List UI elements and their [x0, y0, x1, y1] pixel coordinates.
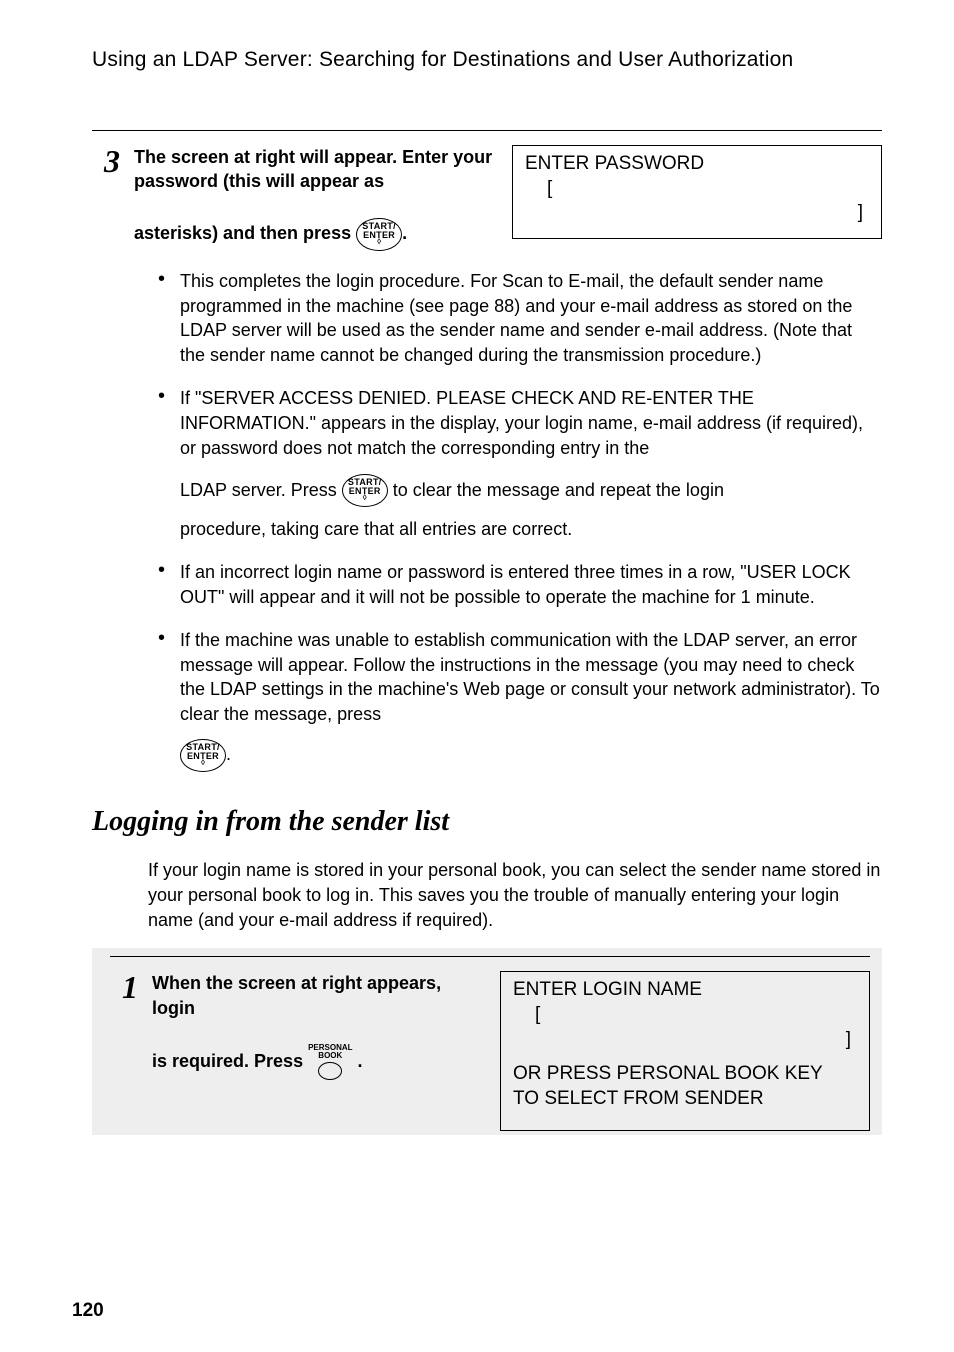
step-number-1: 1 — [110, 971, 138, 1131]
display-l2: [ — [513, 1003, 859, 1028]
horizontal-rule — [110, 956, 870, 957]
enter-dot-icon: ◊ — [361, 240, 397, 245]
section-intro: If your login name is stored in your per… — [92, 858, 882, 932]
bullet-2-part-b: LDAP server. Press — [180, 480, 342, 500]
step-3: 3 The screen at right will appear. Enter… — [92, 145, 882, 790]
bullet-2-part-d: procedure, taking care that all entries … — [180, 519, 572, 539]
step-3-text-part2b: . — [402, 223, 407, 243]
personal-book-button-icon: PERSONAL BOOK — [308, 1044, 352, 1080]
display-l4: OR PRESS PERSONAL BOOK KEY — [513, 1062, 859, 1087]
display-line-1: ENTER PASSWORD — [525, 152, 871, 177]
start-enter-button-icon: START/ ENTER ◊ — [342, 474, 388, 507]
start-enter-button-icon: START/ ENTER ◊ — [356, 218, 402, 251]
bullet-4: If the machine was unable to establish c… — [158, 628, 882, 772]
display-l5: TO SELECT FROM SENDER — [513, 1087, 859, 1112]
start-enter-button-icon: START/ ENTER ◊ — [180, 739, 226, 772]
lcd-display-password: ENTER PASSWORD [ ] — [512, 145, 882, 239]
display-line-3: ] — [525, 201, 871, 226]
step-3-text-part2a: asterisks) and then press — [134, 223, 356, 243]
bullet-1: This completes the login procedure. For … — [158, 269, 882, 368]
bullet-4-part-a: If the machine was unable to establish c… — [180, 630, 880, 724]
bullet-2: If "SERVER ACCESS DENIED. PLEASE CHECK A… — [158, 386, 882, 542]
personal-label-bottom: BOOK — [318, 1052, 342, 1060]
bullet-list: This completes the login procedure. For … — [134, 269, 882, 772]
step-3-instruction: The screen at right will appear. Enter y… — [134, 145, 496, 251]
page-number: 120 — [72, 1300, 104, 1322]
bullet-4-part-b: . — [226, 744, 231, 764]
horizontal-rule — [92, 130, 882, 131]
enter-dot-icon: ◊ — [347, 496, 383, 501]
step-1-text-b: is required. Press — [152, 1051, 308, 1071]
display-l1: ENTER LOGIN NAME — [513, 978, 859, 1003]
display-l3: ] — [513, 1028, 859, 1053]
bullet-3: If an incorrect login name or password i… — [158, 560, 882, 610]
lcd-display-login: ENTER LOGIN NAME [ ] OR PRESS PERSONAL B… — [500, 971, 870, 1131]
step-1-text-a: When the screen at right appears, login — [152, 973, 441, 1017]
running-header: Using an LDAP Server: Searching for Dest… — [92, 48, 882, 72]
gray-step-block: 1 When the screen at right appears, logi… — [92, 948, 882, 1135]
step-3-text-part1: The screen at right will appear. Enter y… — [134, 147, 492, 191]
step-1-instruction: When the screen at right appears, login … — [152, 971, 484, 1080]
step-1-text-c: . — [358, 1051, 363, 1071]
bullet-2-part-c: to clear the message and repeat the logi… — [393, 480, 724, 500]
bullet-2-part-a: If "SERVER ACCESS DENIED. PLEASE CHECK A… — [180, 388, 863, 458]
display-line-2: [ — [525, 177, 871, 202]
step-1: 1 When the screen at right appears, logi… — [92, 971, 882, 1131]
enter-dot-icon: ◊ — [185, 761, 221, 766]
step-number-3: 3 — [92, 145, 120, 790]
section-heading: Logging in from the sender list — [92, 806, 882, 838]
personal-oval-icon — [318, 1062, 342, 1080]
